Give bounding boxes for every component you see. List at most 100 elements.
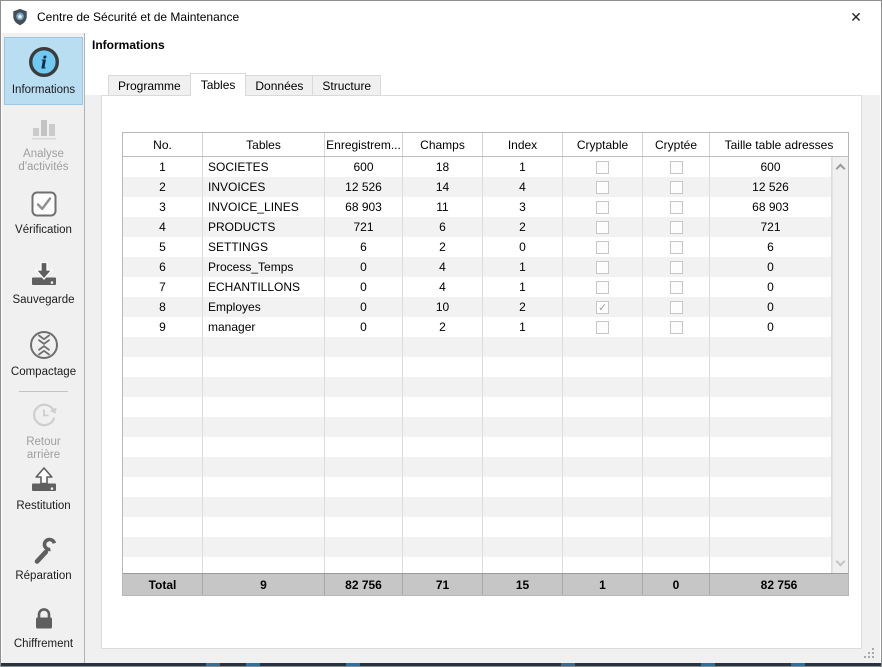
cryptable-checkbox — [596, 321, 609, 334]
column-header-no[interactable]: No. — [123, 133, 203, 156]
empty-row — [123, 497, 832, 517]
cell-records — [325, 377, 403, 397]
cell-fields: 4 — [403, 257, 483, 277]
vertical-scrollbar[interactable] — [832, 157, 848, 573]
wrench-icon — [29, 535, 59, 568]
sidebar-item-reparation[interactable]: Réparation — [2, 535, 85, 583]
cell-records: 12 526 — [325, 177, 403, 197]
cell-name — [203, 557, 325, 573]
cell-encrypted — [643, 557, 710, 573]
sidebar-item-compactage[interactable]: Compactage — [2, 329, 85, 379]
tab-tables[interactable]: Tables — [190, 73, 247, 96]
cell-name: INVOICES — [203, 177, 325, 197]
sidebar-item-label: Chiffrement — [14, 638, 73, 651]
cell-name — [203, 537, 325, 557]
cell-index: 3 — [483, 197, 563, 217]
cell-no — [123, 517, 203, 537]
column-header-index[interactable]: Index — [483, 133, 563, 156]
sidebar-item-retour-arriere: Retourarrière — [2, 399, 85, 462]
cell-index — [483, 477, 563, 497]
scroll-down-icon[interactable] — [836, 557, 846, 567]
activity-bars-icon — [29, 113, 59, 146]
cell-name — [203, 397, 325, 417]
table-row[interactable]: 9manager0210 — [123, 317, 832, 337]
cell-no — [123, 557, 203, 573]
cell-cryptable — [563, 477, 643, 497]
cell-records — [325, 457, 403, 477]
table-row[interactable]: 5SETTINGS6206 — [123, 237, 832, 257]
cell-no — [123, 497, 203, 517]
cell-addr_size — [710, 437, 832, 457]
cell-index — [483, 337, 563, 357]
resize-grip-icon[interactable] — [862, 646, 874, 658]
cell-cryptable — [563, 517, 643, 537]
column-header-name[interactable]: Tables — [203, 133, 325, 156]
cell-index: 2 — [483, 297, 563, 317]
cell-name — [203, 497, 325, 517]
cell-index — [483, 517, 563, 537]
grid-header-row: No.TablesEnregistrem...ChampsIndexCrypta… — [123, 133, 848, 157]
cell-addr_size: 721 — [710, 217, 832, 237]
cell-no: 4 — [123, 217, 203, 237]
cell-records — [325, 557, 403, 573]
desktop-sliver — [1, 663, 881, 666]
cell-name: PRODUCTS — [203, 217, 325, 237]
cell-no — [123, 337, 203, 357]
cell-name — [203, 357, 325, 377]
page-title: Informations — [92, 38, 165, 52]
sidebar-item-restitution[interactable]: Restitution — [2, 465, 85, 513]
table-row[interactable]: 8Employes01020 — [123, 297, 832, 317]
column-header-fields[interactable]: Champs — [403, 133, 483, 156]
sidebar-item-informations[interactable]: iInformations — [4, 37, 83, 105]
cryptable-checkbox — [596, 181, 609, 194]
cell-encrypted — [643, 417, 710, 437]
msc-window: Centre de Sécurité et de Maintenance ✕ i… — [0, 0, 882, 667]
column-header-cryptable[interactable]: Cryptable — [563, 133, 643, 156]
sidebar-divider — [19, 391, 68, 392]
cell-index: 4 — [483, 177, 563, 197]
cell-name: INVOICE_LINES — [203, 197, 325, 217]
sidebar: iInformationsAnalysed'activitésVérificat… — [2, 33, 85, 663]
table-row[interactable]: 4PRODUCTS72162721 — [123, 217, 832, 237]
cell-no — [123, 537, 203, 557]
tab-programme[interactable]: Programme — [108, 75, 191, 96]
table-row[interactable]: 1SOCIETES600181600 — [123, 157, 832, 177]
table-row[interactable]: 3INVOICE_LINES68 90311368 903 — [123, 197, 832, 217]
sidebar-item-chiffrement[interactable]: Chiffrement — [2, 605, 85, 651]
tab-donnees[interactable]: Données — [245, 75, 313, 96]
column-header-addr_size[interactable]: Taille table adresses — [710, 133, 848, 156]
table-row[interactable]: 7ECHANTILLONS0410 — [123, 277, 832, 297]
cell-records: 721 — [325, 217, 403, 237]
total-index: 15 — [483, 574, 563, 595]
cell-fields — [403, 497, 483, 517]
cell-encrypted — [643, 257, 710, 277]
tab-structure[interactable]: Structure — [312, 75, 381, 96]
encrypted-checkbox — [670, 221, 683, 234]
column-header-records[interactable]: Enregistrem... — [325, 133, 403, 156]
cell-fields — [403, 457, 483, 477]
cell-name: Employes — [203, 297, 325, 317]
close-icon[interactable]: ✕ — [844, 6, 868, 28]
cell-encrypted — [643, 457, 710, 477]
cell-name — [203, 517, 325, 537]
sidebar-item-sauvegarde[interactable]: Sauvegarde — [2, 259, 85, 307]
cell-encrypted — [643, 357, 710, 377]
cell-records — [325, 477, 403, 497]
sidebar-item-label: Retourarrière — [26, 436, 61, 462]
cell-encrypted — [643, 197, 710, 217]
table-row[interactable]: 6Process_Temps0410 — [123, 257, 832, 277]
scroll-up-icon[interactable] — [836, 164, 846, 174]
cell-fields — [403, 477, 483, 497]
cell-cryptable — [563, 197, 643, 217]
cell-addr_size — [710, 557, 832, 573]
cell-fields: 2 — [403, 317, 483, 337]
column-header-encrypted[interactable]: Cryptée — [643, 133, 710, 156]
cell-records — [325, 537, 403, 557]
cell-index — [483, 357, 563, 377]
sidebar-item-verification[interactable]: Vérification — [2, 189, 85, 237]
cell-addr_size: 0 — [710, 277, 832, 297]
cell-index — [483, 497, 563, 517]
table-row[interactable]: 2INVOICES12 52614412 526 — [123, 177, 832, 197]
cell-cryptable — [563, 157, 643, 177]
content-panel: No.TablesEnregistrem...ChampsIndexCrypta… — [101, 95, 862, 649]
